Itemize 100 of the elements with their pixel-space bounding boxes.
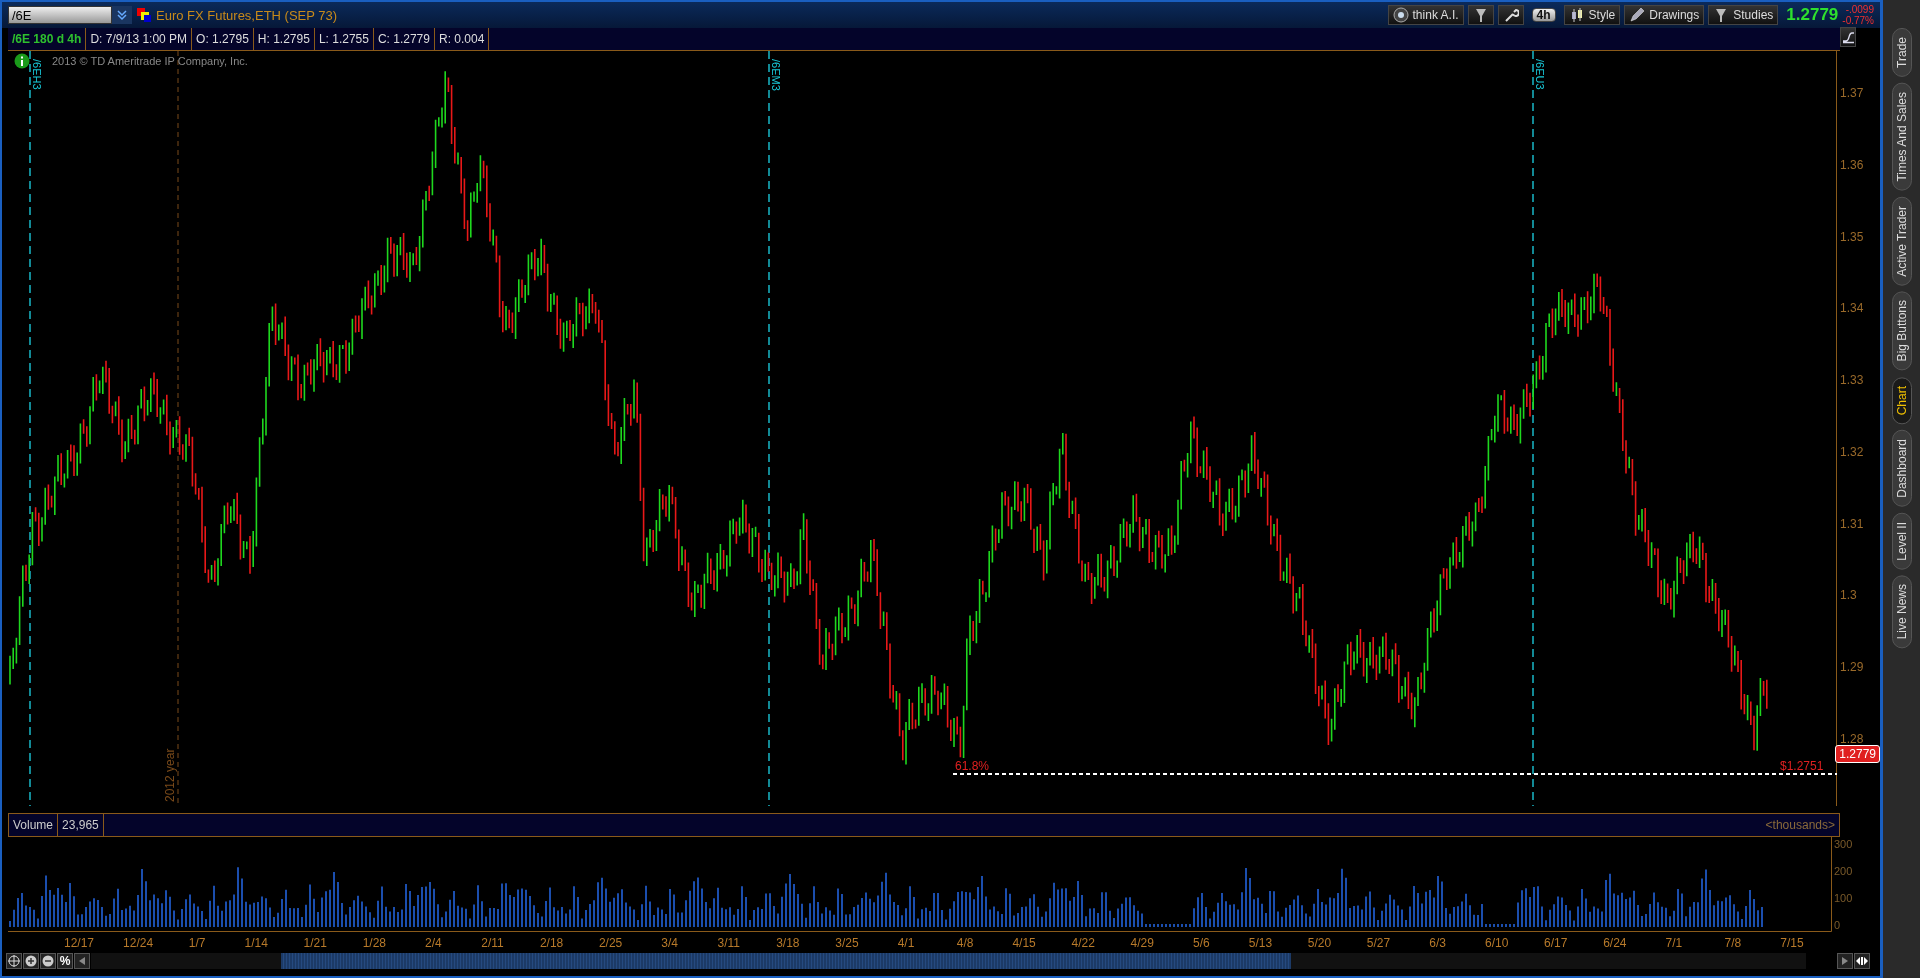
last-price: 1.2779 [1786, 5, 1839, 25]
date-tick: 2/4 [425, 936, 442, 950]
symbol-field[interactable]: /6E [8, 6, 112, 24]
price-tick: 1.36 [1840, 157, 1864, 172]
fibonacci-label: 61.8% [955, 759, 990, 773]
chevron-down-icon [116, 9, 128, 21]
price-tick: 1.29 [1840, 660, 1864, 675]
settings-button[interactable] [1497, 5, 1524, 25]
side-tab[interactable]: Active Trader [1891, 196, 1912, 286]
ohlc-value: L: 1.2755 [314, 28, 374, 50]
study-label: /6E 180 d 4h [8, 28, 87, 50]
date-tick: 1/7 [188, 936, 206, 950]
zoom-out-button[interactable] [40, 953, 56, 969]
date-tick: 1/14 [244, 936, 268, 950]
volume-tick: 300 [1834, 838, 1853, 850]
volume-tick: 200 [1834, 865, 1853, 877]
crosshair-icon [8, 955, 20, 967]
date-tick: 3/18 [776, 936, 800, 950]
date-tick: 6/24 [1603, 936, 1627, 950]
date-tick: 1/21 [303, 936, 327, 950]
arrows-icon [1855, 955, 1869, 967]
side-tab[interactable]: Chart [1891, 376, 1912, 424]
expand-button[interactable] [1467, 5, 1494, 25]
pencil-icon [1629, 7, 1646, 23]
zoom-out-icon [42, 955, 54, 967]
date-tick: 7/1 [1665, 936, 1683, 950]
percent-change: -0.77% [1842, 15, 1874, 26]
date-tick: 4/15 [1012, 936, 1036, 950]
volume-label: Volume [9, 814, 59, 836]
style-button[interactable]: Style [1563, 5, 1621, 25]
date-tick: 6/10 [1485, 936, 1509, 950]
scroll-left-button[interactable] [74, 953, 90, 969]
date-tick: 5/27 [1366, 936, 1391, 950]
last-price-badge: 1.2779 [1835, 744, 1880, 763]
instrument-description: Euro FX Futures,ETH (SEP 73) [156, 7, 338, 23]
ohlc-value: O: 1.2795 [192, 28, 254, 50]
ohlc-value: C: 1.2779 [373, 28, 435, 50]
price-tick: 1.33 [1840, 373, 1864, 388]
date-tick: 6/17 [1544, 936, 1568, 950]
date-tick: 5/13 [1248, 936, 1273, 950]
percent-button[interactable]: % [57, 953, 73, 969]
ohlc-value: H: 1.2795 [253, 28, 315, 50]
price-tick: 1.37 [1840, 86, 1864, 100]
study-button[interactable] [1840, 27, 1856, 47]
side-tab[interactable]: Dashboard [1891, 429, 1912, 507]
zoom-in-icon [25, 955, 37, 967]
eye-icon [1392, 7, 1409, 23]
date-tick: 4/22 [1071, 936, 1095, 950]
squares-icon [136, 7, 152, 23]
volume-tick: 0 [1834, 919, 1841, 931]
date-tick: 5/20 [1307, 936, 1332, 950]
price-tick: 1.34 [1840, 301, 1864, 316]
dropdown-button[interactable] [112, 6, 132, 24]
date-tick: 4/8 [956, 936, 974, 950]
units-label: <thousands> [1764, 817, 1836, 834]
copyright-text: 2013 © TD Ameritrade IP Company, Inc. [52, 55, 248, 67]
fibonacci-price: $1.2751 [1780, 759, 1824, 773]
side-tab[interactable]: Trade [1891, 28, 1912, 77]
date-tick: 3/4 [661, 936, 679, 950]
ai-button[interactable]: think A.I. [1387, 5, 1464, 25]
drawings-button[interactable]: Drawings [1624, 5, 1705, 25]
crosshair-button[interactable] [6, 953, 22, 969]
price-tick: 1.28 [1840, 731, 1864, 746]
date-tick: 2/11 [481, 936, 504, 950]
period-button[interactable]: 4h [1531, 8, 1556, 22]
date-tick: 12/17 [64, 936, 94, 950]
price-tick: 1.32 [1840, 444, 1864, 459]
date-tick: 6/3 [1429, 936, 1446, 950]
volume-tick: 100 [1834, 892, 1853, 904]
date-tick: 2/25 [598, 936, 623, 950]
zoom-in-button[interactable] [23, 953, 39, 969]
date-tick: 7/15 [1780, 936, 1804, 950]
curve-icon [1841, 30, 1855, 44]
ohlc-value: D: 7/9/13 1:00 PM [86, 28, 193, 50]
date-tick: 4/29 [1130, 936, 1154, 950]
triangle-left-icon [78, 956, 86, 966]
net-change: -.0099 [1845, 4, 1874, 15]
date-tick: 7/8 [1724, 936, 1742, 950]
ohlc-value: R: 0.004 [434, 28, 490, 50]
date-tick: 2/18 [539, 936, 564, 950]
price-tick: 1.35 [1840, 229, 1864, 244]
date-tick: 3/11 [717, 936, 740, 950]
side-tab[interactable]: Big Buttons [1891, 291, 1912, 371]
studies-button[interactable]: Studies [1708, 5, 1779, 25]
side-tab[interactable]: Live News [1891, 575, 1912, 649]
side-tab[interactable]: Times And Sales [1891, 82, 1912, 191]
side-tab[interactable]: Level II [1891, 512, 1912, 570]
info-icon [14, 53, 30, 69]
date-tick: 4/1 [897, 936, 915, 950]
date-tick: 5/6 [1193, 936, 1210, 950]
date-tick: 12/24 [123, 936, 154, 950]
date-tick: 1/28 [362, 936, 387, 950]
volume-value: 23,965 [58, 814, 104, 836]
triangle-right-icon [1841, 956, 1849, 966]
price-tick: 1.31 [1840, 516, 1864, 531]
price-tick: 1.3 [1840, 588, 1857, 603]
date-tick: 3/25 [835, 936, 859, 950]
scrollbar-thumb[interactable] [281, 953, 1291, 969]
scroll-right-button[interactable] [1837, 953, 1853, 969]
fit-button[interactable] [1854, 953, 1870, 969]
